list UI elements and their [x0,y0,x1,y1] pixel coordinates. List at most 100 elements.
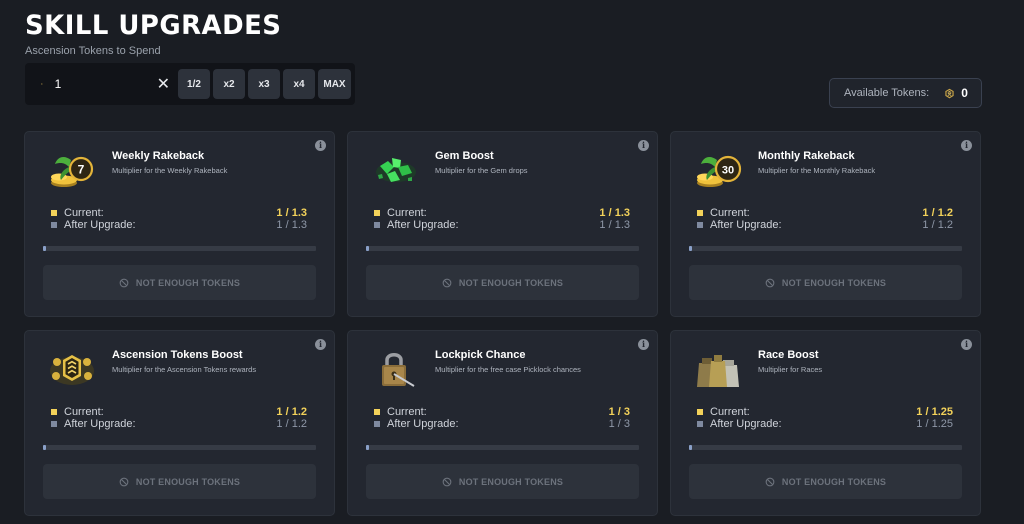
info-icon[interactable]: i [638,339,649,350]
current-row: Current: 1 / 1.2 [51,406,307,418]
after-bullet [374,421,380,427]
card-title: Weekly Rakeback [112,150,205,162]
card-title: Gem Boost [435,150,494,162]
info-icon[interactable]: i [315,140,326,151]
button-label: NOT ENOUGH TOKENS [135,277,241,288]
card-title: Ascension Tokens Boost [112,349,243,361]
ban-icon [119,477,129,486]
current-bullet [697,409,703,415]
current-value: 1 / 1.3 [276,207,307,219]
available-tokens-badge: Available Tokens: 0 [829,78,982,108]
current-bullet [51,210,57,216]
card-description: Multiplier for the free case Picklock ch… [435,365,581,374]
x3-button[interactable]: x3 [248,69,280,99]
not-enough-tokens-button[interactable]: NOT ENOUGH TOKENS [366,265,639,300]
info-icon[interactable]: i [638,140,649,151]
page-subtitle: Ascension Tokens to Spend [25,45,161,57]
after-upgrade-row: After Upgrade: 1 / 1.2 [51,418,307,430]
upgrade-card-ascension-tokens-boost: i Ascension Tokens Boost Multiplier for … [24,330,335,516]
button-label: NOT ENOUGH TOKENS [781,476,887,487]
button-label: NOT ENOUGH TOKENS [781,277,887,288]
card-description: Multiplier for the Monthly Rakeback [758,166,876,175]
weekly-rakeback-coins-image: 7 [47,150,97,190]
after-label: After Upgrade: [387,219,459,231]
current-value: 1 / 1.2 [922,207,953,219]
not-enough-tokens-button[interactable]: NOT ENOUGH TOKENS [43,464,316,499]
info-icon[interactable]: i [961,140,972,151]
current-label: Current: [64,406,104,418]
progress-fill [689,246,692,251]
current-label: Current: [710,207,750,219]
current-bullet [374,409,380,415]
after-value: 1 / 1.3 [276,219,307,231]
after-upgrade-row: After Upgrade: 1 / 1.3 [51,219,307,231]
current-label: Current: [387,207,427,219]
info-icon[interactable]: i [961,339,972,350]
card-title: Monthly Rakeback [758,150,855,162]
race-bags-image [693,349,743,389]
info-icon[interactable]: i [315,339,326,350]
half-button[interactable]: 1/2 [178,69,210,99]
current-row: Current: 1 / 1.3 [374,207,630,219]
upgrade-card-lockpick-chance: i Lockpick Chance Multiplier for the fre… [347,330,658,516]
progress-bar [366,445,639,450]
after-value: 1 / 3 [608,418,630,430]
ban-icon [765,278,775,287]
button-label: NOT ENOUGH TOKENS [458,476,564,487]
green-gems-image [370,150,420,190]
ascension-tokens-image [47,349,97,389]
progress-fill [43,246,46,251]
max-button[interactable]: MAX [318,69,351,99]
monthly-rakeback-coins-image: 30 [693,150,743,190]
progress-bar [689,246,962,251]
current-label: Current: [64,207,104,219]
current-value: 1 / 1.2 [276,406,307,418]
after-label: After Upgrade: [710,418,782,430]
current-label: Current: [710,406,750,418]
card-description: Multiplier for Races [758,365,823,374]
padlock-lockpick-image [370,349,420,389]
x2-button[interactable]: x2 [213,69,245,99]
after-upgrade-row: After Upgrade: 1 / 1.2 [697,219,953,231]
after-bullet [51,222,57,228]
current-row: Current: 1 / 3 [374,406,630,418]
ascension-token-icon [41,83,43,85]
x4-button[interactable]: x4 [283,69,315,99]
current-row: Current: 1 / 1.2 [697,207,953,219]
current-bullet [374,210,380,216]
after-value: 1 / 1.2 [276,418,307,430]
progress-bar [43,445,316,450]
after-label: After Upgrade: [64,418,136,430]
token-amount-input[interactable] [54,77,135,91]
clear-icon[interactable]: ✕ [157,73,170,95]
card-title: Lockpick Chance [435,349,526,361]
card-description: Multiplier for the Ascension Tokens rewa… [112,365,257,374]
not-enough-tokens-button[interactable]: NOT ENOUGH TOKENS [366,464,639,499]
ban-icon [442,278,452,287]
progress-fill [689,445,692,450]
svg-text:30: 30 [722,165,734,177]
button-label: NOT ENOUGH TOKENS [458,277,564,288]
after-label: After Upgrade: [387,418,459,430]
not-enough-tokens-button[interactable]: NOT ENOUGH TOKENS [689,464,962,499]
not-enough-tokens-button[interactable]: NOT ENOUGH TOKENS [43,265,316,300]
available-tokens-count: 0 [961,86,968,100]
after-value: 1 / 1.25 [916,418,953,430]
token-input-bar: ✕ 1/2 x2 x3 x4 MAX [25,63,355,105]
upgrade-card-race-boost: i Race Boost Multiplier for Races Curren… [670,330,981,516]
current-bullet [697,210,703,216]
multiplier-buttons: 1/2 x2 x3 x4 MAX [178,69,351,99]
progress-bar [689,445,962,450]
after-value: 1 / 1.2 [922,219,953,231]
current-value: 1 / 1.25 [916,406,953,418]
upgrade-card-monthly-rakeback: i 30 Monthly Rakeback Multiplier for the… [670,131,981,317]
after-label: After Upgrade: [64,219,136,231]
after-bullet [51,421,57,427]
available-tokens-label: Available Tokens: [844,87,930,99]
after-upgrade-row: After Upgrade: 1 / 1.25 [697,418,953,430]
not-enough-tokens-button[interactable]: NOT ENOUGH TOKENS [689,265,962,300]
after-bullet [374,222,380,228]
after-value: 1 / 1.3 [599,219,630,231]
card-description: Multiplier for the Gem drops [435,166,528,175]
current-row: Current: 1 / 1.25 [697,406,953,418]
